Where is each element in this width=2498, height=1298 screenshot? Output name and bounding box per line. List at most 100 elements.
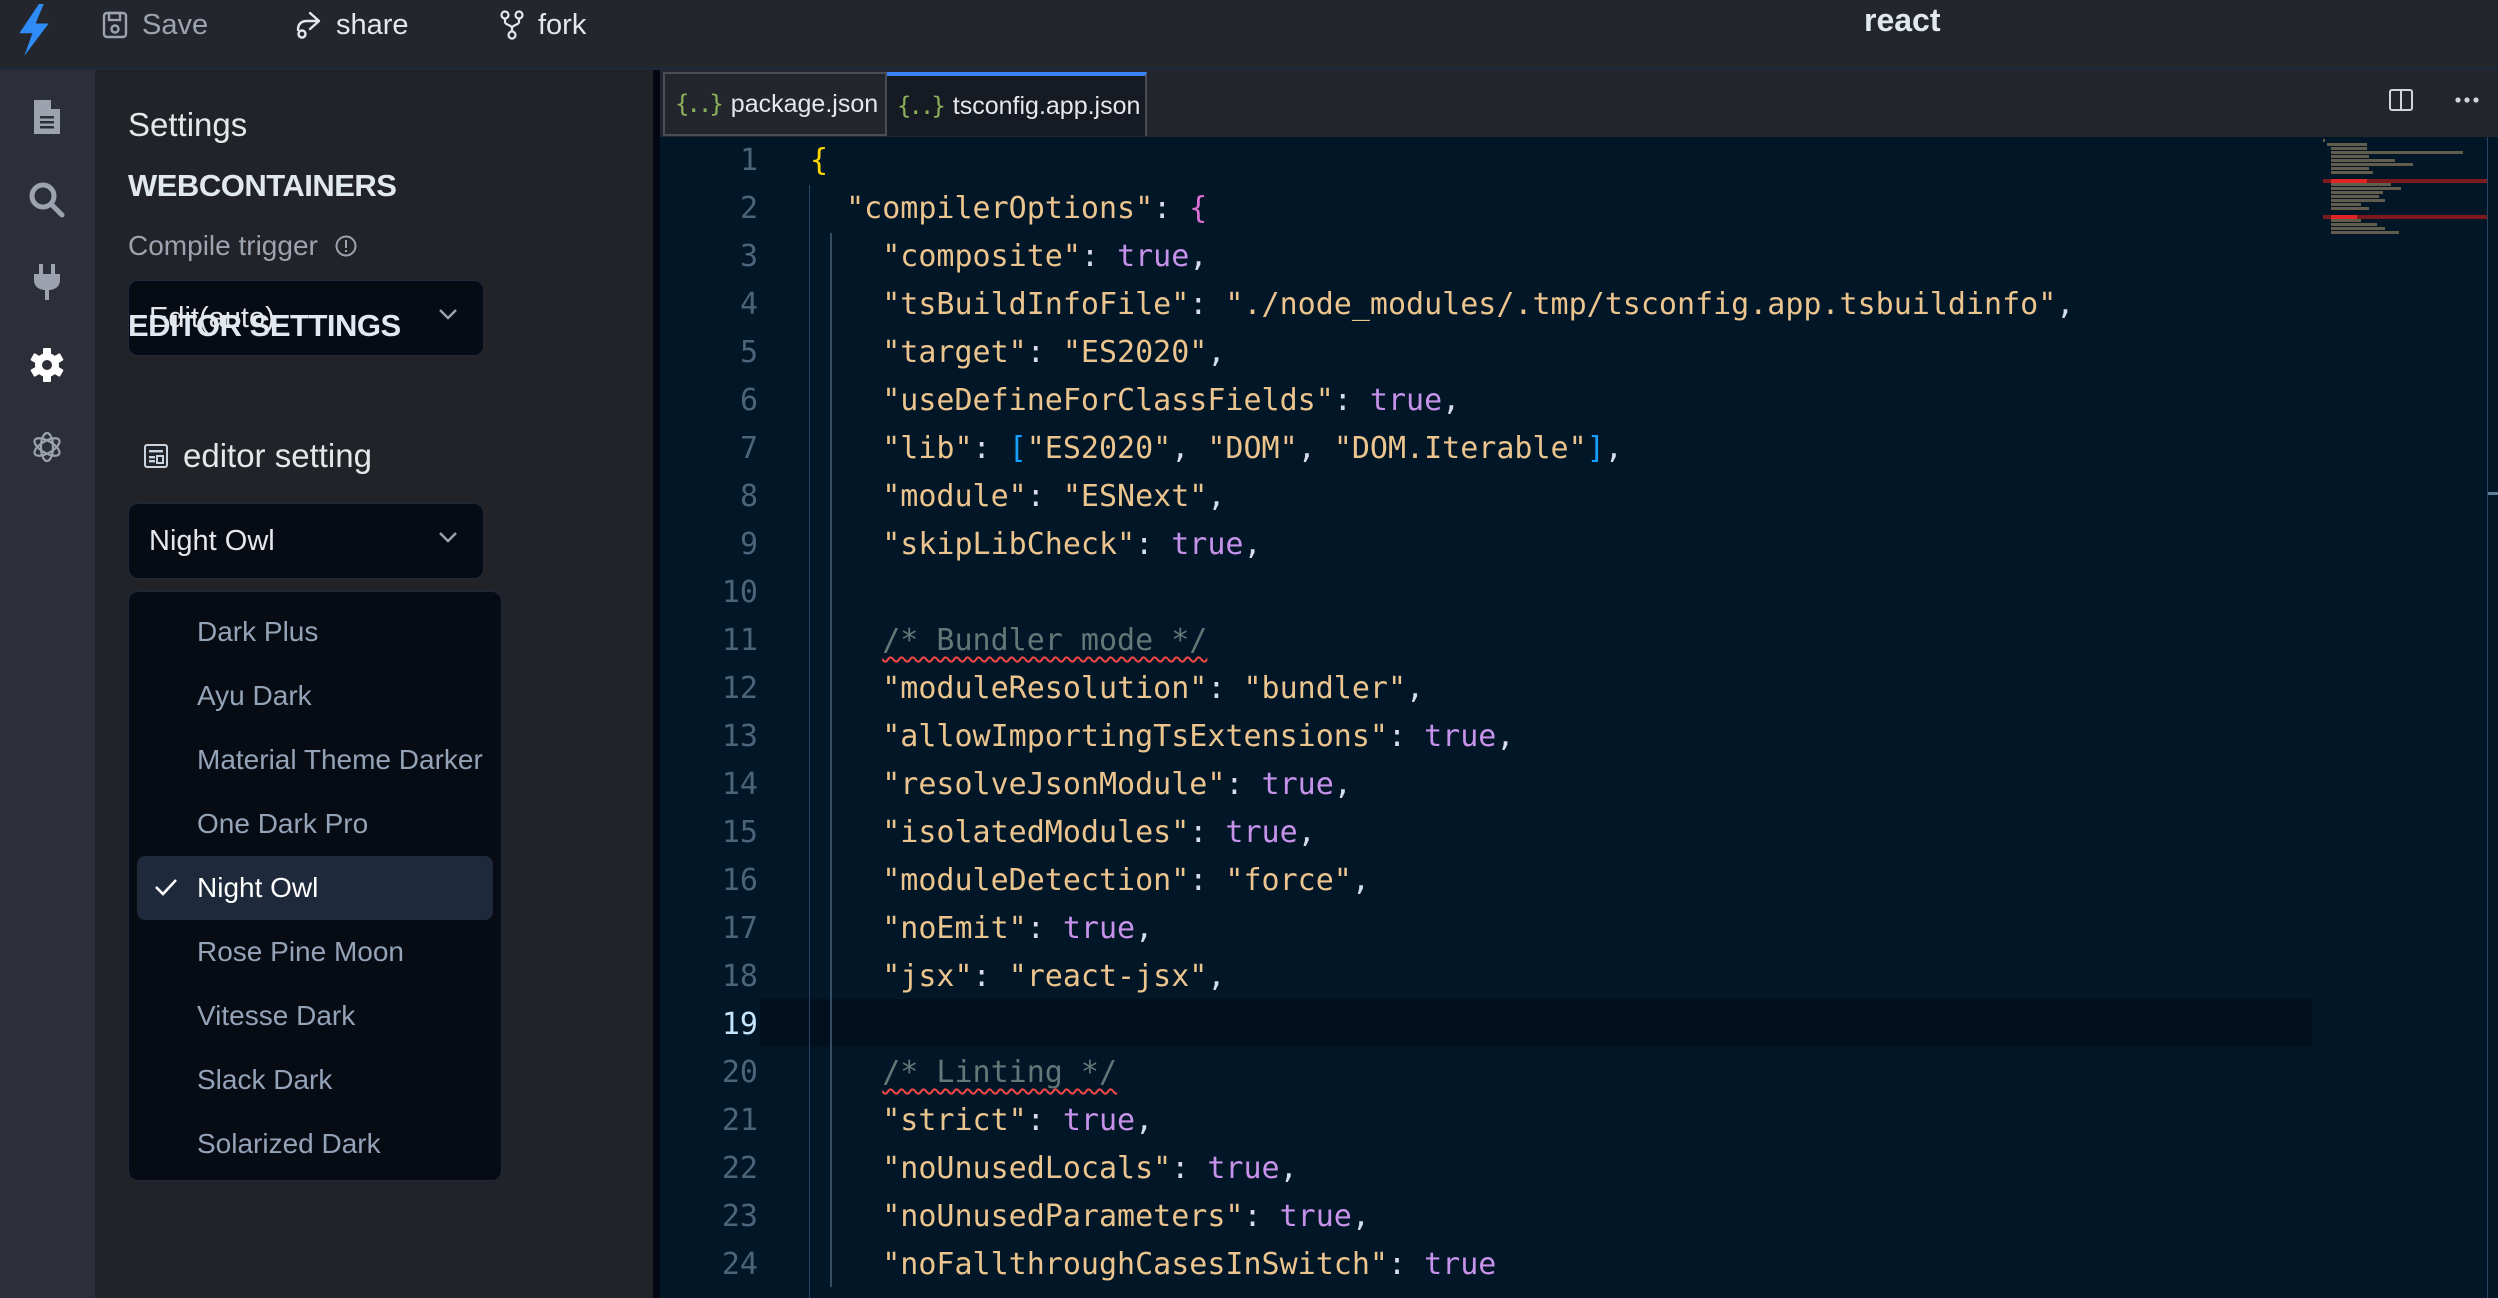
minimap-line xyxy=(2331,147,2367,150)
activity-item-files[interactable] xyxy=(20,90,74,144)
code-token: : xyxy=(1026,479,1063,514)
code-token: "useDefineForClassFields" xyxy=(882,383,1334,418)
code-token: , xyxy=(1496,719,1515,754)
info-icon[interactable] xyxy=(334,234,358,258)
code-line[interactable]: 11 /* Bundler mode */ xyxy=(660,617,2310,665)
code-token: "allowImportingTsExtensions" xyxy=(882,719,1388,754)
minimap-line xyxy=(2331,219,2361,222)
code-text: "composite": true, xyxy=(810,233,1207,281)
code-area[interactable]: 1{2 "compilerOptions": {3 "composite": t… xyxy=(660,137,2498,1298)
project-title: react xyxy=(1864,2,1941,38)
tab-tsconfig-app-json[interactable]: {..} tsconfig.app.json xyxy=(887,72,1147,136)
activity-item-search[interactable] xyxy=(20,173,74,227)
theme-option[interactable]: Slack Dark xyxy=(137,1048,493,1112)
code-line[interactable]: 18 "jsx": "react-jsx", xyxy=(660,953,2310,1001)
minimap[interactable] xyxy=(2323,137,2488,337)
code-line[interactable]: 1{ xyxy=(660,137,2310,185)
theme-select[interactable]: Night Owl xyxy=(128,503,484,579)
code-line[interactable]: 23 "noUnusedParameters": true, xyxy=(660,1193,2310,1241)
code-text: "module": "ESNext", xyxy=(810,473,1225,521)
code-line[interactable]: 21 "strict": true, xyxy=(660,1097,2310,1145)
code-text: "jsx": "react-jsx", xyxy=(810,953,1225,1001)
code-line[interactable]: 6 "useDefineForClassFields": true, xyxy=(660,377,2310,425)
code-line[interactable]: 3 "composite": true, xyxy=(660,233,2310,281)
theme-option[interactable]: Night Owl xyxy=(137,856,493,920)
code-token: "module" xyxy=(882,479,1027,514)
line-number: 1 xyxy=(739,143,758,178)
code-token: : xyxy=(1225,767,1262,802)
code-line[interactable]: 15 "isolatedModules": true, xyxy=(660,809,2310,857)
code-line[interactable]: 7 "lib": ["ES2020", "DOM", "DOM.Iterable… xyxy=(660,425,2310,473)
theme-option[interactable]: Ayu Dark xyxy=(137,664,493,728)
code-line[interactable]: 13 "allowImportingTsExtensions": true, xyxy=(660,713,2310,761)
code-token: "DOM.Iterable" xyxy=(1333,431,1587,466)
minimap-line xyxy=(2331,159,2395,162)
activity-item-ai[interactable] xyxy=(20,420,74,474)
code-line[interactable]: 10 xyxy=(660,569,2310,617)
theme-option[interactable]: Vitesse Dark xyxy=(137,984,493,1048)
more-actions-icon[interactable] xyxy=(2454,96,2480,104)
webcontainers-heading: WEBCONTAINERS xyxy=(128,168,397,203)
theme-option[interactable]: One Dark Pro xyxy=(137,792,493,856)
code-token: "DOM" xyxy=(1207,431,1298,466)
code-token: , xyxy=(1297,431,1334,466)
code-token: true xyxy=(1279,1199,1352,1234)
code-line[interactable]: 12 "moduleResolution": "bundler", xyxy=(660,665,2310,713)
activity-item-settings[interactable] xyxy=(20,338,74,392)
code-line[interactable]: 5 "target": "ES2020", xyxy=(660,329,2310,377)
activity-item-plugins[interactable] xyxy=(20,255,74,309)
fork-label: fork xyxy=(538,8,587,41)
code-line[interactable]: 8 "module": "ESNext", xyxy=(660,473,2310,521)
code-line[interactable]: 14 "resolveJsonModule": true, xyxy=(660,761,2310,809)
code-line[interactable]: 4 "tsBuildInfoFile": "./node_modules/.tm… xyxy=(660,281,2310,329)
code-line[interactable]: 22 "noUnusedLocals": true, xyxy=(660,1145,2310,1193)
minimap-line xyxy=(2331,207,2369,210)
share-button[interactable]: share xyxy=(294,6,409,44)
share-icon xyxy=(296,11,321,39)
code-token: , xyxy=(1207,335,1226,370)
code-line[interactable]: 16 "moduleDetection": "force", xyxy=(660,857,2310,905)
tab-package-json[interactable]: {..} package.json xyxy=(663,72,887,136)
code-line[interactable]: 20 /* Linting */ xyxy=(660,1049,2310,1097)
theme-option[interactable]: Rose Pine Moon xyxy=(137,920,493,984)
code-token: , xyxy=(1351,1199,1370,1234)
theme-option[interactable]: Dark Plus xyxy=(137,600,493,664)
code-token: , xyxy=(1406,671,1425,706)
code-token: true xyxy=(1207,1151,1280,1186)
fork-button[interactable]: fork xyxy=(500,6,586,44)
code-token: true xyxy=(1369,383,1443,418)
line-number: 17 xyxy=(721,911,758,946)
code-text: "compilerOptions": { xyxy=(810,185,1207,233)
code-line[interactable]: 19 xyxy=(660,1001,2310,1049)
vertical-scrollbar-track[interactable] xyxy=(2487,137,2488,1298)
line-number: 8 xyxy=(739,479,758,514)
code-token: true xyxy=(1424,1247,1497,1282)
editor-tab-bar: {..} package.json {..} tsconfig.app.json xyxy=(660,70,2498,137)
scrollbar-position-marker[interactable] xyxy=(2488,492,2498,495)
code-token: "lib" xyxy=(882,431,973,466)
code-token: "bundler" xyxy=(1243,671,1407,706)
tab-label: package.json xyxy=(730,89,879,118)
theme-option-label: Ayu Dark xyxy=(197,680,312,711)
editor-actions xyxy=(2388,88,2480,112)
theme-option[interactable]: Material Theme Darker xyxy=(137,728,493,792)
code-token: "moduleResolution" xyxy=(882,671,1208,706)
code-token: true xyxy=(1062,911,1136,946)
theme-option[interactable]: Solarized Dark xyxy=(137,1112,493,1176)
panel-resize-handle[interactable] xyxy=(653,70,660,1298)
code-line[interactable]: 2 "compilerOptions": { xyxy=(660,185,2310,233)
code-line[interactable]: 9 "skipLibCheck": true, xyxy=(660,521,2310,569)
code-line[interactable]: 17 "noEmit": true, xyxy=(660,905,2310,953)
floppy-disk-icon xyxy=(102,11,128,39)
save-button[interactable]: Save xyxy=(102,6,208,44)
code-line[interactable]: 24 "noFallthroughCasesInSwitch": true xyxy=(660,1241,2310,1289)
code-comment: /* Bundler mode */ xyxy=(882,623,1208,658)
split-editor-icon[interactable] xyxy=(2388,88,2414,112)
